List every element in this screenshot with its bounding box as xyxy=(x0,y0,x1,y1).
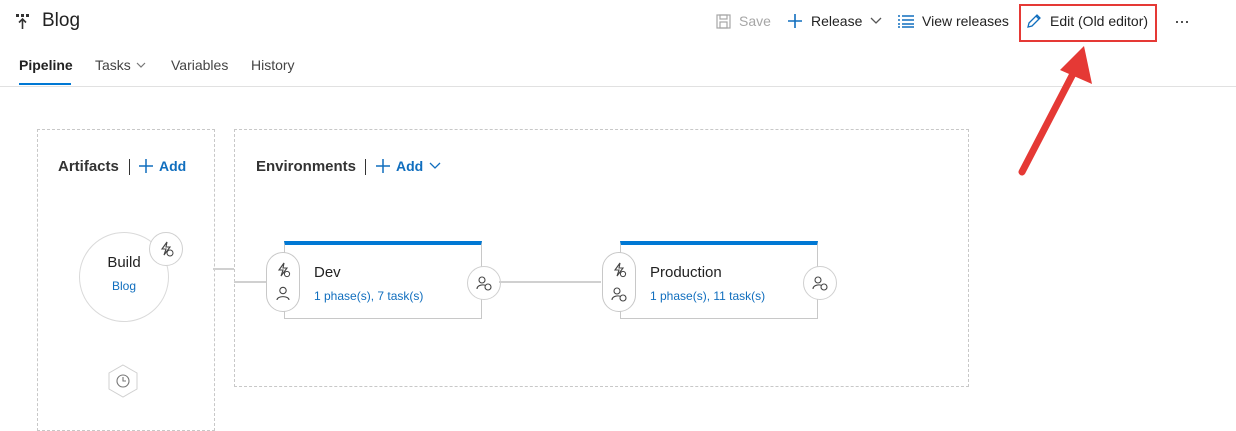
chevron-down-icon xyxy=(870,17,882,25)
schedule-trigger-button[interactable] xyxy=(107,364,139,398)
tab-tasks[interactable]: Tasks xyxy=(95,57,146,73)
release-button[interactable]: Release xyxy=(787,13,882,29)
plus-icon xyxy=(376,159,390,173)
artifacts-title-separator xyxy=(129,159,130,175)
pre-deployment-conditions-dev[interactable] xyxy=(266,252,300,312)
active-tab-indicator xyxy=(19,83,71,85)
annotation-highlight-box xyxy=(1019,4,1157,42)
chevron-down-icon xyxy=(429,162,441,170)
environment-name: Production xyxy=(650,264,722,281)
view-releases-label: View releases xyxy=(922,13,1009,29)
tab-variables[interactable]: Variables xyxy=(171,57,228,73)
add-environment-button[interactable]: Add xyxy=(376,158,441,174)
person-icon xyxy=(276,286,290,301)
more-actions-button[interactable]: ··· xyxy=(1174,11,1190,32)
tab-pipeline[interactable]: Pipeline xyxy=(19,57,73,73)
tab-tasks-label: Tasks xyxy=(95,57,131,73)
tab-history[interactable]: History xyxy=(251,57,295,73)
continuous-deployment-trigger-button[interactable] xyxy=(149,232,183,266)
release-label: Release xyxy=(811,13,863,29)
lightning-trigger-icon xyxy=(158,241,174,257)
post-deployment-conditions-dev[interactable] xyxy=(467,266,501,300)
save-icon xyxy=(716,13,731,29)
environment-name: Dev xyxy=(314,264,341,281)
environments-title-separator xyxy=(365,159,366,175)
post-deployment-conditions-production[interactable] xyxy=(803,266,837,300)
list-icon xyxy=(898,14,914,28)
page-title: Blog xyxy=(42,10,81,31)
environment-summary-link[interactable]: 1 phase(s), 7 task(s) xyxy=(314,289,423,303)
plus-icon xyxy=(139,159,153,173)
artifacts-title: Artifacts xyxy=(58,158,119,175)
annotation-arrow xyxy=(1010,40,1100,180)
plus-icon xyxy=(787,13,803,29)
dev-entry-connector xyxy=(234,281,266,283)
lightning-trigger-icon xyxy=(275,262,291,278)
environments-title: Environments xyxy=(256,158,357,175)
pre-deployment-conditions-production[interactable] xyxy=(602,252,636,312)
view-releases-button[interactable]: View releases xyxy=(898,13,1009,29)
add-artifact-button[interactable]: Add xyxy=(139,158,186,174)
artifact-connector xyxy=(213,268,235,270)
approver-icon xyxy=(812,275,828,291)
add-artifact-label: Add xyxy=(159,158,187,174)
add-environment-label: Add xyxy=(396,158,424,174)
approver-icon xyxy=(476,275,492,291)
save-button[interactable]: Save xyxy=(716,13,771,29)
approver-icon xyxy=(611,286,627,302)
lightning-trigger-icon xyxy=(611,262,627,278)
dev-to-production-connector xyxy=(499,281,601,283)
artifact-source: Blog xyxy=(111,279,137,293)
save-label: Save xyxy=(739,13,771,29)
chevron-down-icon xyxy=(136,62,146,68)
pipeline-icon xyxy=(16,14,32,30)
environment-summary-link[interactable]: 1 phase(s), 11 task(s) xyxy=(650,289,765,303)
